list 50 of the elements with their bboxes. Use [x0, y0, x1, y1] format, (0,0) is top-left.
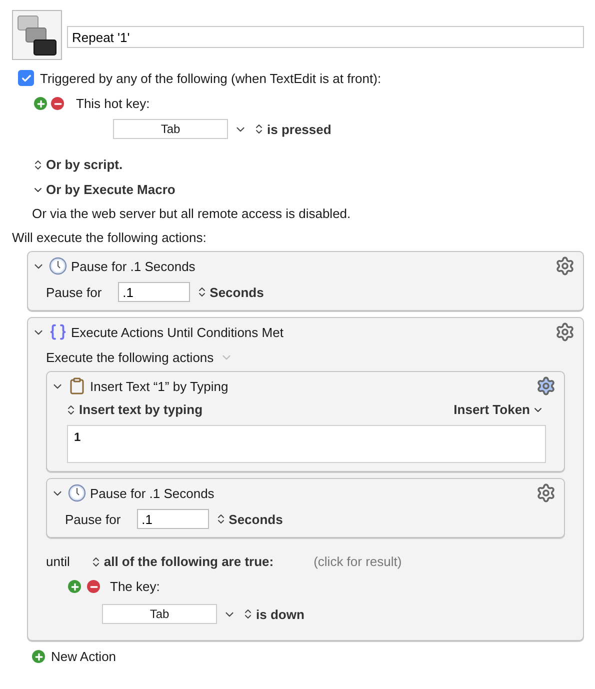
gear-icon[interactable]: [555, 322, 575, 342]
mode-popup[interactable]: Insert text by typing: [65, 402, 203, 417]
clock-icon: [49, 257, 67, 275]
unit-popup[interactable]: Seconds: [196, 284, 264, 300]
insert-token-menu[interactable]: Insert Token: [454, 402, 544, 417]
clock-icon: [68, 484, 86, 502]
check-icon: [20, 72, 32, 84]
actions-heading: Will execute the following actions:: [12, 230, 206, 245]
remove-icon[interactable]: [87, 580, 100, 593]
add-icon[interactable]: [68, 580, 81, 593]
web-server-note: Or via the web server but all remote access is disabled.: [32, 206, 351, 221]
braces-icon: [49, 323, 67, 341]
key-field[interactable]: Tab: [102, 604, 217, 624]
stepper-icon[interactable]: [65, 404, 77, 416]
action-title: Pause for .1 Seconds: [90, 486, 214, 500]
stepper-icon[interactable]: [32, 158, 44, 170]
action-title: Execute Actions Until Conditions Met: [71, 324, 284, 340]
seconds-field[interactable]: .1: [118, 282, 190, 302]
unit-popup[interactable]: Seconds: [214, 512, 283, 526]
pause-label: Pause for: [65, 512, 121, 526]
stepper-icon[interactable]: [242, 608, 254, 620]
hotkey-condition-popup[interactable]: is pressed: [253, 122, 332, 136]
hotkey-field[interactable]: Tab: [113, 119, 228, 139]
hotkey-label: This hot key:: [76, 96, 150, 111]
stepper-icon[interactable]: [253, 123, 265, 135]
macro-name-field[interactable]: Repeat '1': [67, 26, 584, 48]
result-link[interactable]: (click for result): [314, 554, 402, 569]
new-action-link[interactable]: New Action: [51, 649, 116, 664]
macro-icon[interactable]: [12, 10, 62, 60]
pause-label: Pause for: [46, 284, 102, 300]
seconds-field[interactable]: .1: [136, 509, 209, 529]
trigger-label: Triggered by any of the following (when TextEdit is at front):: [40, 70, 382, 86]
until-label: until: [46, 554, 70, 569]
execute-macro-disclosure[interactable]: Or by Execute Macro: [32, 182, 176, 197]
trigger-checkbox[interactable]: [18, 70, 34, 86]
gear-icon[interactable]: [536, 376, 556, 396]
gear-icon[interactable]: [555, 256, 575, 276]
action-title: Pause for .1 Seconds: [71, 258, 196, 274]
remove-icon[interactable]: [51, 97, 64, 110]
add-icon[interactable]: [32, 650, 45, 663]
subheading: Execute the following actions: [46, 350, 214, 365]
key-state-popup[interactable]: is down: [242, 606, 304, 622]
condition-popup[interactable]: all of the following are true:: [90, 554, 274, 569]
clipboard-icon: [68, 377, 86, 395]
key-label: The key:: [110, 579, 160, 594]
text-field[interactable]: 1: [67, 425, 546, 463]
add-icon[interactable]: [34, 97, 47, 110]
gear-icon[interactable]: [536, 483, 556, 503]
action-title: Insert Text “1” by Typing: [90, 378, 228, 394]
script-trigger-popup[interactable]: Or by script.: [32, 157, 123, 172]
